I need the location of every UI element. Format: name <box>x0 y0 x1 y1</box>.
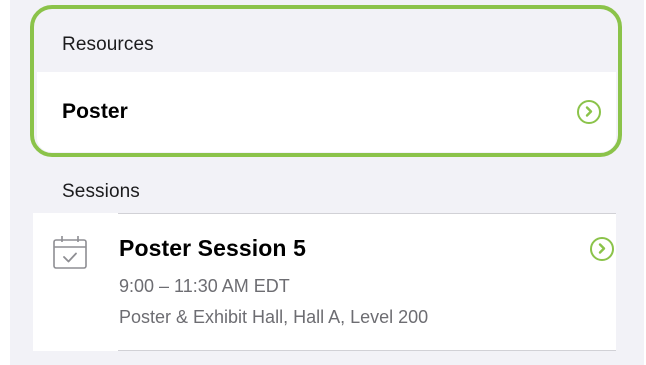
chevron-right-circle-icon[interactable] <box>590 237 614 261</box>
session-title: Poster Session 5 <box>119 235 306 261</box>
resource-row-label: Poster <box>62 100 128 123</box>
sessions-section-header: Sessions <box>62 181 140 202</box>
resources-section-header: Resources <box>62 34 154 55</box>
chevron-right-circle-icon[interactable] <box>577 100 601 124</box>
session-row[interactable]: Poster Session 5 9:00 – 11:30 AM EDT Pos… <box>33 213 616 351</box>
resource-row-poster[interactable]: Poster <box>37 72 616 152</box>
session-time: 9:00 – 11:30 AM EDT <box>119 276 290 296</box>
session-location: Poster & Exhibit Hall, Hall A, Level 200 <box>119 307 429 327</box>
separator <box>118 350 616 351</box>
separator <box>118 213 616 214</box>
calendar-check-icon <box>51 233 89 271</box>
